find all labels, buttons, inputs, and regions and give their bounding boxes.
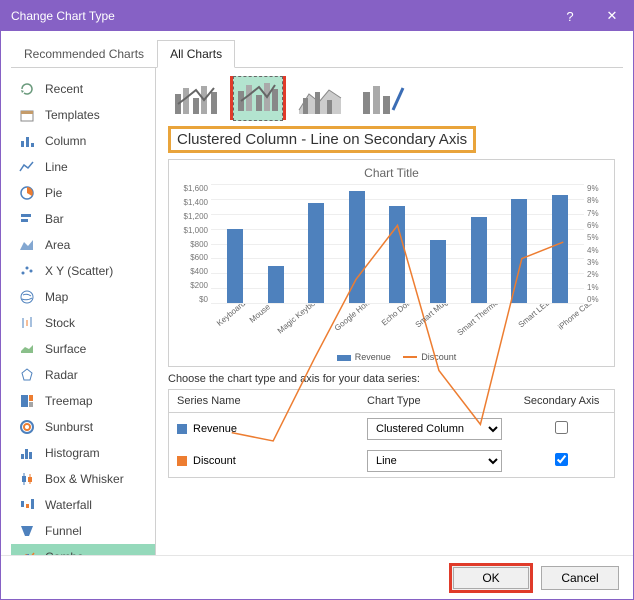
x-y-scatter--icon	[19, 263, 35, 279]
treemap-icon	[19, 393, 35, 409]
title-bar: Change Chart Type ? ✕	[1, 1, 633, 31]
pie-icon	[19, 185, 35, 201]
subtype-clustered-column-line[interactable]	[168, 76, 224, 120]
sidebar-item-funnel[interactable]: Funnel	[11, 518, 155, 544]
tab-all-charts[interactable]: All Charts	[157, 40, 235, 68]
sidebar-item-radar[interactable]: Radar	[11, 362, 155, 388]
sidebar-item-histogram[interactable]: Histogram	[11, 440, 155, 466]
sidebar-item-area[interactable]: Area	[11, 232, 155, 258]
sidebar-item-x-y-scatter-[interactable]: X Y (Scatter)	[11, 258, 155, 284]
sidebar-item-label: Stock	[45, 316, 75, 330]
histogram-icon	[19, 445, 35, 461]
map-icon	[19, 289, 35, 305]
sidebar-item-label: Treemap	[45, 394, 93, 408]
sidebar-item-recent[interactable]: Recent	[11, 76, 155, 102]
bar-icon	[19, 211, 35, 227]
sidebar-item-combo[interactable]: Combo	[11, 544, 155, 555]
sidebar-item-label: Combo	[45, 550, 84, 555]
sidebar-item-label: Pie	[45, 186, 62, 200]
sidebar-item-label: Column	[45, 134, 86, 148]
sidebar-item-label: X Y (Scatter)	[45, 264, 113, 278]
subtype-stacked-area-column[interactable]	[292, 76, 348, 120]
window-title: Change Chart Type	[11, 9, 115, 23]
sidebar-item-label: Radar	[45, 368, 78, 382]
sidebar-item-waterfall[interactable]: Waterfall	[11, 492, 155, 518]
sidebar: Recent Templates Column Line Pie Bar Area X Y (…	[11, 68, 156, 555]
stock-icon	[19, 315, 35, 331]
cancel-button[interactable]: Cancel	[541, 566, 619, 590]
y-axis-left: $1,600$1,400$1,200$1,000$800$600$400$200…	[177, 184, 211, 304]
sidebar-item-stock[interactable]: Stock	[11, 310, 155, 336]
sidebar-item-label: Histogram	[45, 446, 100, 460]
dialog-footer: OK Cancel	[1, 555, 633, 599]
waterfall-icon	[19, 497, 35, 513]
sidebar-item-sunburst[interactable]: Sunburst	[11, 414, 155, 440]
recent-icon	[19, 81, 35, 97]
sidebar-item-label: Sunburst	[45, 420, 93, 434]
sidebar-item-label: Funnel	[45, 524, 82, 538]
y-axis-right: 9%8%7%6%5%4%3%2%1%0%	[584, 184, 606, 304]
templates-icon	[19, 107, 35, 123]
sidebar-item-label: Bar	[45, 212, 64, 226]
ok-button-highlight: OK	[449, 563, 533, 593]
sidebar-item-line[interactable]: Line	[11, 154, 155, 180]
sidebar-item-label: Templates	[45, 108, 100, 122]
sidebar-item-label: Line	[45, 160, 68, 174]
subtype-row	[168, 76, 615, 120]
series-swatch	[177, 424, 187, 434]
chart-subtitle: Clustered Column - Line on Secondary Axi…	[168, 126, 476, 153]
tab-recommended[interactable]: Recommended Charts	[11, 40, 157, 68]
sidebar-item-surface[interactable]: Surface	[11, 336, 155, 362]
subtype-custom-combo[interactable]	[354, 76, 410, 120]
sidebar-item-label: Map	[45, 290, 68, 304]
tab-strip: Recommended Charts All Charts	[11, 39, 623, 68]
sidebar-item-label: Recent	[45, 82, 83, 96]
sunburst-icon	[19, 419, 35, 435]
sidebar-item-column[interactable]: Column	[11, 128, 155, 154]
sidebar-item-label: Area	[45, 238, 70, 252]
chart-preview[interactable]: Chart Title $1,600$1,400$1,200$1,000$800…	[168, 159, 615, 367]
sidebar-item-label: Box & Whisker	[45, 472, 124, 486]
area-icon	[19, 237, 35, 253]
help-icon[interactable]: ?	[549, 1, 591, 31]
sidebar-item-treemap[interactable]: Treemap	[11, 388, 155, 414]
funnel-icon	[19, 523, 35, 539]
sidebar-item-label: Waterfall	[45, 498, 92, 512]
sidebar-item-label: Surface	[45, 342, 86, 356]
column-icon	[19, 133, 35, 149]
combo-icon	[19, 549, 35, 555]
close-icon[interactable]: ✕	[591, 1, 633, 31]
sidebar-item-map[interactable]: Map	[11, 284, 155, 310]
surface-icon	[19, 341, 35, 357]
plot-area	[211, 184, 584, 304]
line-icon	[19, 159, 35, 175]
sidebar-item-pie[interactable]: Pie	[11, 180, 155, 206]
sidebar-item-box-whisker[interactable]: Box & Whisker	[11, 466, 155, 492]
sidebar-item-bar[interactable]: Bar	[11, 206, 155, 232]
box-whisker-icon	[19, 471, 35, 487]
radar-icon	[19, 367, 35, 383]
subtype-clustered-column-line-secondary[interactable]	[230, 76, 286, 120]
series-swatch	[177, 456, 187, 466]
ok-button[interactable]: OK	[453, 567, 529, 589]
sidebar-item-templates[interactable]: Templates	[11, 102, 155, 128]
preview-title: Chart Title	[177, 166, 606, 180]
